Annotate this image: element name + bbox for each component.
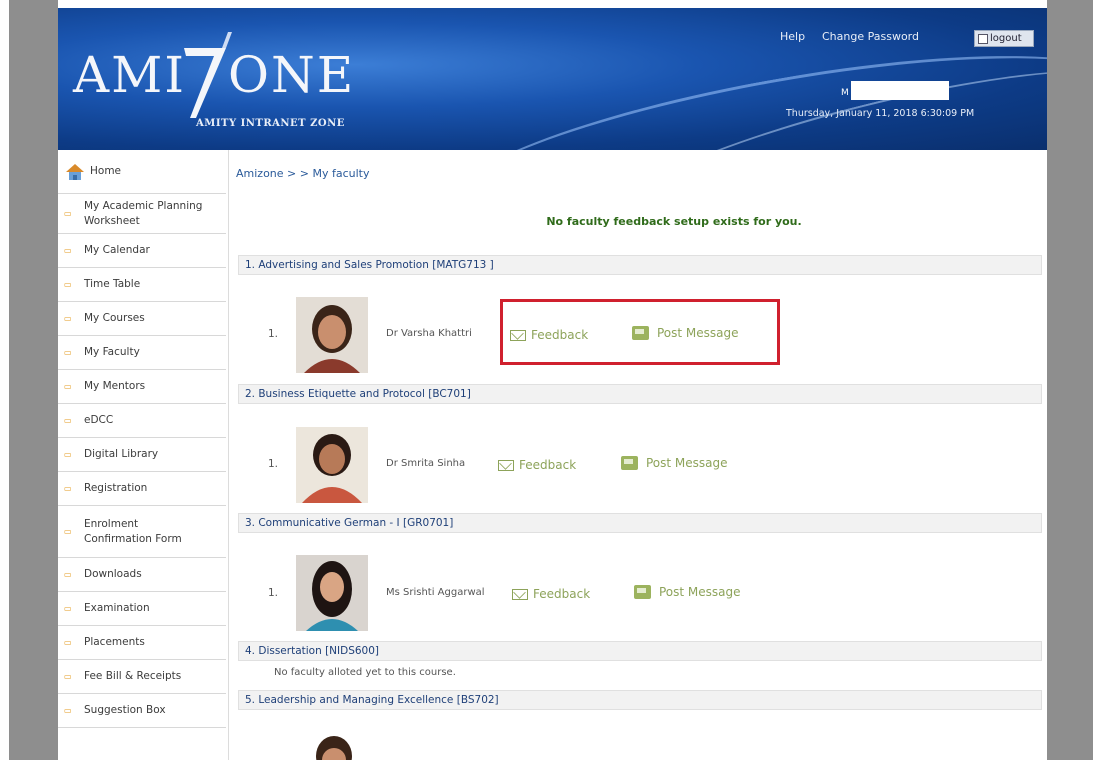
sidebar-item-label: Downloads (84, 568, 142, 580)
sidebar-item-label: Home (90, 165, 122, 177)
folder-icon: ▭ (64, 484, 72, 493)
feedback-link[interactable]: Feedback (512, 587, 590, 601)
sidebar-item-label: Suggestion Box (84, 704, 166, 716)
sidebar-item-label: Enrolment Confirmation Form (84, 517, 182, 545)
logout-icon (978, 33, 988, 44)
folder-icon: ▭ (64, 382, 72, 391)
folder-icon: ▭ (64, 570, 72, 579)
folder-icon: ▭ (64, 450, 72, 459)
sidebar-item-edcc[interactable]: ▭ eDCC (58, 404, 226, 438)
logo-z-icon (184, 32, 232, 118)
message-icon (621, 456, 638, 470)
sidebar-item-home[interactable]: Home (58, 150, 226, 194)
sidebar-item-fee-bill-receipts[interactable]: ▭ Fee Bill & Receipts (58, 660, 226, 694)
logo-subtitle: AMITY INTRANET ZONE (196, 118, 345, 129)
user-name-prefix: M (841, 88, 849, 98)
folder-icon: ▭ (64, 672, 72, 681)
left-gutter (9, 0, 58, 760)
sidebar-item-my-courses[interactable]: ▭ My Courses (58, 302, 226, 336)
faculty-photo (296, 555, 368, 631)
post-message-link[interactable]: Post Message (634, 585, 741, 599)
sidebar-item-suggestion-box[interactable]: ▭ Suggestion Box (58, 694, 226, 728)
mail-icon (498, 459, 514, 471)
header-banner: AMI ONE AMITY INTRANET ZONE Help Change … (58, 8, 1047, 150)
course-header: 2. Business Etiquette and Protocol [BC70… (238, 384, 1042, 404)
sidebar-item-placements[interactable]: ▭ Placements (58, 626, 226, 660)
folder-icon: ▭ (64, 416, 72, 425)
sidebar-item-label: Registration (84, 482, 148, 494)
faculty-name: Dr Smrita Sinha (386, 458, 466, 469)
folder-icon: ▭ (64, 527, 72, 536)
logout-label: logout (990, 33, 1022, 44)
breadcrumb[interactable]: Amizone > > My faculty (236, 167, 369, 180)
faculty-serial: 1. (268, 458, 279, 470)
faculty-photo (296, 427, 368, 503)
feedback-label: Feedback (533, 587, 591, 601)
sidebar-divider (228, 150, 229, 760)
sidebar-item-downloads[interactable]: ▭ Downloads (58, 558, 226, 592)
home-icon (66, 163, 84, 180)
faculty-photo (298, 732, 370, 760)
sidebar-item-enrolment-confirmation-form[interactable]: ▭ Enrolment Confirmation Form (58, 506, 226, 558)
current-datetime: Thursday, January 11, 2018 6:30:09 PM (786, 108, 975, 119)
sidebar-item-my-faculty[interactable]: ▭ My Faculty (58, 336, 226, 370)
folder-icon: ▭ (64, 348, 72, 357)
sidebar-item-label: My Faculty (84, 346, 140, 358)
sidebar-item-label: Digital Library (84, 448, 159, 460)
sidebar-item-label: Fee Bill & Receipts (84, 670, 182, 682)
faculty-name: Ms Srishti Aggarwal (386, 587, 485, 598)
faculty-serial: 1. (268, 328, 279, 340)
feedback-label: Feedback (519, 458, 577, 472)
post-message-label: Post Message (659, 585, 741, 599)
sidebar-item-digital-library[interactable]: ▭ Digital Library (58, 438, 226, 472)
folder-icon: ▭ (64, 638, 72, 647)
course-header: 4. Dissertation [NIDS600] (238, 641, 1042, 661)
message-icon (634, 585, 651, 599)
sidebar-item-label: My Courses (84, 312, 145, 324)
faculty-photo (296, 297, 368, 373)
post-message-link[interactable]: Post Message (621, 456, 728, 470)
sidebar-item-label: Examination (84, 602, 150, 614)
sidebar-item-label: My Calendar (84, 244, 150, 256)
user-name-redacted (851, 81, 949, 100)
change-password-link[interactable]: Change Password (822, 30, 919, 43)
highlight-annotation (500, 299, 780, 365)
course-header: 5. Leadership and Managing Excellence [B… (238, 690, 1042, 710)
faculty-name: Dr Varsha Khattri (386, 328, 472, 339)
folder-icon: ▭ (64, 604, 72, 613)
logo-text-start: AMI (73, 46, 187, 104)
sidebar-item-label: Placements (84, 636, 145, 648)
sidebar-item-label: eDCC (84, 414, 114, 426)
feedback-link[interactable]: Feedback (498, 458, 576, 472)
folder-icon: ▭ (64, 706, 72, 715)
course-header: 3. Communicative German - I [GR0701] (238, 513, 1042, 533)
mail-icon (512, 588, 528, 600)
sidebar-item-my-academic-planning-worksheet[interactable]: ▭ My Academic Planning Worksheet (58, 194, 226, 234)
sidebar-menu: Home ▭ My Academic Planning Worksheet ▭ My Ca… (58, 150, 226, 760)
sidebar-item-registration[interactable]: ▭ Registration (58, 472, 226, 506)
course-header: 1. Advertising and Sales Promotion [MATG… (238, 255, 1042, 275)
sidebar-item-my-mentors[interactable]: ▭ My Mentors (58, 370, 226, 404)
logout-button[interactable]: logout (974, 30, 1034, 47)
right-gutter (1047, 0, 1093, 760)
faculty-serial: 1. (268, 587, 279, 599)
folder-icon: ▭ (64, 280, 72, 289)
logo-text-end: ONE (228, 46, 356, 104)
folder-icon: ▭ (64, 314, 72, 323)
help-link[interactable]: Help (780, 30, 805, 43)
page: AMI ONE AMITY INTRANET ZONE Help Change … (58, 0, 1047, 760)
folder-icon: ▭ (64, 209, 72, 218)
sidebar-item-examination[interactable]: ▭ Examination (58, 592, 226, 626)
main-content: Amizone > > My faculty No faculty feedba… (236, 150, 1042, 760)
post-message-label: Post Message (646, 456, 728, 470)
feedback-notice: No faculty feedback setup exists for you… (546, 215, 802, 228)
sidebar-item-label: My Academic Planning Worksheet (84, 199, 203, 227)
sidebar-item-label: Time Table (84, 278, 141, 290)
folder-icon: ▭ (64, 246, 72, 255)
sidebar-item-label: My Mentors (84, 380, 146, 392)
sidebar-item-time-table[interactable]: ▭ Time Table (58, 268, 226, 302)
sidebar-item-my-calendar[interactable]: ▭ My Calendar (58, 234, 226, 268)
no-faculty-message: No faculty alloted yet to this course. (274, 667, 456, 678)
